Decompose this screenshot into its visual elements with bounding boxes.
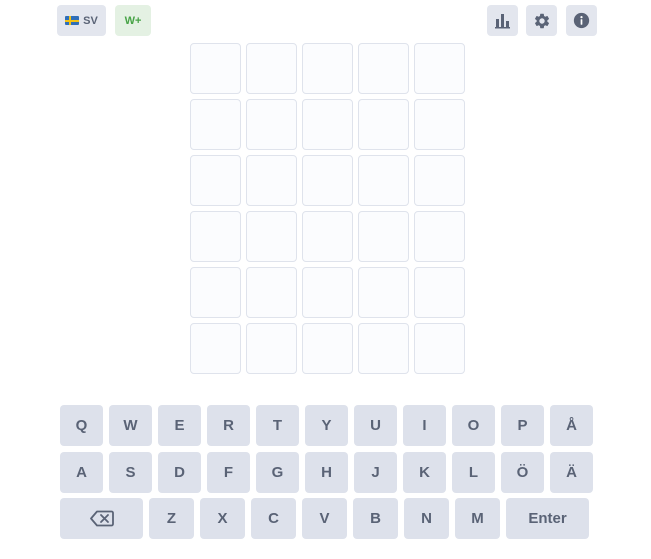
grid-tile bbox=[414, 99, 465, 150]
grid-tile bbox=[190, 267, 241, 318]
key-m[interactable]: M bbox=[455, 498, 500, 539]
grid-tile bbox=[414, 155, 465, 206]
grid-tile bbox=[358, 155, 409, 206]
grid-tile bbox=[302, 43, 353, 94]
info-button[interactable] bbox=[566, 5, 597, 36]
grid-tile bbox=[302, 211, 353, 262]
key-p[interactable]: P bbox=[501, 405, 544, 446]
grid-tile bbox=[302, 155, 353, 206]
key-a-ring[interactable]: Å bbox=[550, 405, 593, 446]
backspace-icon bbox=[89, 510, 114, 527]
settings-button[interactable] bbox=[526, 5, 557, 36]
key-j[interactable]: J bbox=[354, 452, 397, 493]
bar-chart-icon bbox=[495, 14, 510, 29]
grid-tile bbox=[358, 99, 409, 150]
key-q[interactable]: Q bbox=[60, 405, 103, 446]
key-w[interactable]: W bbox=[109, 405, 152, 446]
key-u[interactable]: U bbox=[354, 405, 397, 446]
key-a-umlaut[interactable]: Ä bbox=[550, 452, 593, 493]
grid-tile bbox=[414, 267, 465, 318]
key-b[interactable]: B bbox=[353, 498, 398, 539]
grid-tile bbox=[190, 99, 241, 150]
key-l[interactable]: L bbox=[452, 452, 495, 493]
grid-tile bbox=[246, 323, 297, 374]
keyboard-row-1: Q W E R T Y U I O P Å bbox=[60, 405, 593, 446]
key-z[interactable]: Z bbox=[149, 498, 194, 539]
grid-tile bbox=[190, 43, 241, 94]
key-e[interactable]: E bbox=[158, 405, 201, 446]
grid-tile bbox=[358, 211, 409, 262]
language-label: SV bbox=[83, 14, 98, 27]
key-o-umlaut[interactable]: Ö bbox=[501, 452, 544, 493]
gear-icon bbox=[534, 13, 549, 28]
key-h[interactable]: H bbox=[305, 452, 348, 493]
game-screen: SV W+ Q W E R T Y U I O P Å A S D F G H … bbox=[0, 0, 651, 559]
info-icon bbox=[573, 12, 590, 29]
key-g[interactable]: G bbox=[256, 452, 299, 493]
grid-tile bbox=[302, 99, 353, 150]
grid-tile bbox=[358, 323, 409, 374]
grid-tile bbox=[302, 267, 353, 318]
key-n[interactable]: N bbox=[404, 498, 449, 539]
key-t[interactable]: T bbox=[256, 405, 299, 446]
language-button[interactable]: SV bbox=[57, 5, 106, 36]
grid-tile bbox=[246, 155, 297, 206]
grid-tile bbox=[246, 99, 297, 150]
grid-tile bbox=[190, 323, 241, 374]
wplus-button[interactable]: W+ bbox=[115, 5, 151, 36]
grid-tile bbox=[358, 43, 409, 94]
key-x[interactable]: X bbox=[200, 498, 245, 539]
backspace-key[interactable] bbox=[60, 498, 143, 539]
key-c[interactable]: C bbox=[251, 498, 296, 539]
key-y[interactable]: Y bbox=[305, 405, 348, 446]
grid-tile bbox=[246, 267, 297, 318]
grid-tile bbox=[190, 155, 241, 206]
wplus-label: W+ bbox=[124, 14, 142, 27]
key-r[interactable]: R bbox=[207, 405, 250, 446]
grid-tile bbox=[246, 211, 297, 262]
grid-tile bbox=[358, 267, 409, 318]
key-i[interactable]: I bbox=[403, 405, 446, 446]
statistics-button[interactable] bbox=[487, 5, 518, 36]
key-d[interactable]: D bbox=[158, 452, 201, 493]
keyboard-row-2: A S D F G H J K L Ö Ä bbox=[60, 452, 593, 493]
grid-tile bbox=[414, 323, 465, 374]
letter-grid bbox=[190, 43, 465, 374]
key-o[interactable]: O bbox=[452, 405, 495, 446]
grid-tile bbox=[414, 43, 465, 94]
enter-key[interactable]: Enter bbox=[506, 498, 589, 539]
key-s[interactable]: S bbox=[109, 452, 152, 493]
keyboard-row-3: Z X C V B N M Enter bbox=[60, 498, 589, 539]
swedish-flag-icon bbox=[65, 16, 80, 25]
grid-tile bbox=[302, 323, 353, 374]
key-a[interactable]: A bbox=[60, 452, 103, 493]
key-k[interactable]: K bbox=[403, 452, 446, 493]
grid-tile bbox=[414, 211, 465, 262]
grid-tile bbox=[246, 43, 297, 94]
key-f[interactable]: F bbox=[207, 452, 250, 493]
grid-tile bbox=[190, 211, 241, 262]
key-v[interactable]: V bbox=[302, 498, 347, 539]
